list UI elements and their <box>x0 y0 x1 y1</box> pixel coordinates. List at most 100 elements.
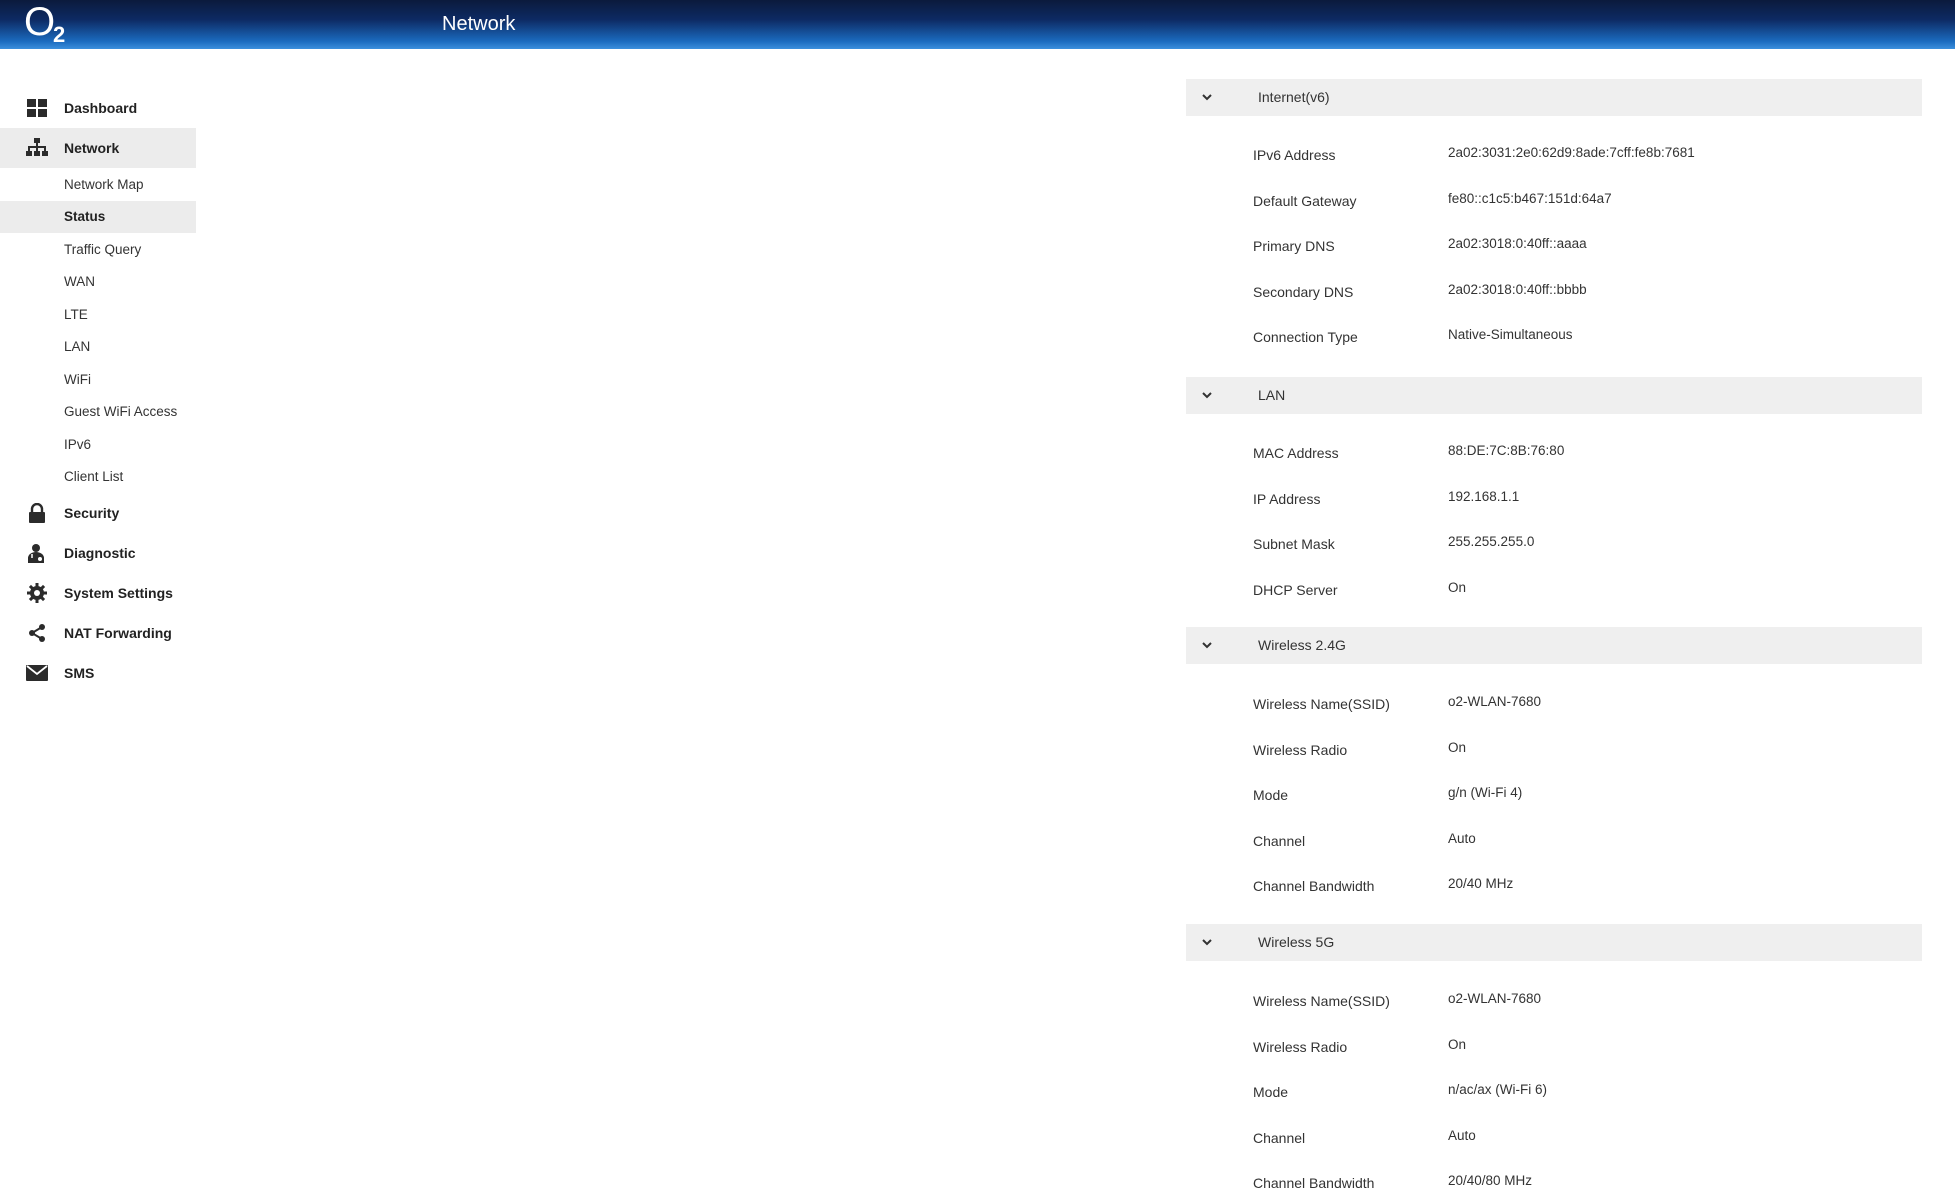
row-label: Mode <box>1253 787 1289 803</box>
row-label: Wireless Name(SSID) <box>1253 993 1390 1009</box>
row-label: Primary DNS <box>1253 238 1335 254</box>
chevron-down-icon <box>1202 392 1212 399</box>
info-row: Channel Auto <box>1253 1128 1913 1150</box>
row-label: Wireless Name(SSID) <box>1253 696 1390 712</box>
section-title: Wireless 5G <box>1258 934 1335 950</box>
sidebar-subitem-traffic-query[interactable]: Traffic Query <box>0 233 196 266</box>
row-value: 192.168.1.1 <box>1448 489 1520 504</box>
row-value: 2a02:3018:0:40ff::aaaa <box>1448 236 1587 251</box>
section-title: Wireless 2.4G <box>1258 637 1346 653</box>
row-value: 20/40 MHz <box>1448 876 1514 891</box>
info-row: Mode n/ac/ax (Wi-Fi 6) <box>1253 1082 1913 1104</box>
logo-letter: O <box>24 0 56 44</box>
row-value: Auto <box>1448 831 1476 846</box>
sidebar-subitem-wan[interactable]: WAN <box>0 266 196 299</box>
row-value: On <box>1448 740 1467 755</box>
section-header-lan[interactable]: LAN <box>1186 377 1922 414</box>
section-title: LAN <box>1258 387 1286 403</box>
row-value: On <box>1448 1037 1467 1052</box>
chevron-down-icon <box>1202 94 1212 101</box>
row-label: Wireless Radio <box>1253 742 1348 758</box>
row-label: Channel Bandwidth <box>1253 1175 1375 1191</box>
row-label: Channel Bandwidth <box>1253 878 1375 894</box>
sidebar-item-security[interactable]: Security <box>0 493 196 533</box>
row-label: Subnet Mask <box>1253 536 1335 552</box>
sidebar-subitem-wifi[interactable]: WiFi <box>0 363 196 396</box>
dashboard-icon <box>26 98 48 118</box>
row-value: 2a02:3031:2e0:62d9:8ade:7cff:fe8b:7681 <box>1448 145 1695 160</box>
info-row: Secondary DNS 2a02:3018:0:40ff::bbbb <box>1253 282 1913 304</box>
gear-icon <box>26 583 48 603</box>
sidebar-item-label: Dashboard <box>64 100 138 116</box>
info-row: Subnet Mask 255.255.255.0 <box>1253 534 1913 556</box>
sidebar-subitem-lan[interactable]: LAN <box>0 331 196 364</box>
info-row: IP Address 192.168.1.1 <box>1253 489 1913 511</box>
sidebar-subitem-client-list[interactable]: Client List <box>0 461 196 494</box>
info-row: Channel Bandwidth 20/40/80 MHz <box>1253 1173 1913 1195</box>
info-row: Channel Bandwidth 20/40 MHz <box>1253 876 1913 898</box>
row-value: 20/40/80 MHz <box>1448 1173 1533 1188</box>
section-header-wireless-2-4g[interactable]: Wireless 2.4G <box>1186 627 1922 664</box>
sidebar-item-nat-forwarding[interactable]: NAT Forwarding <box>0 613 196 653</box>
sidebar-item-label: System Settings <box>64 585 173 601</box>
sidebar-item-label: Network <box>64 140 120 156</box>
info-row: IPv6 Address 2a02:3031:2e0:62d9:8ade:7cff… <box>1253 145 1913 167</box>
info-row: Connection Type Native-Simultaneous <box>1253 327 1913 349</box>
row-label: Wireless Radio <box>1253 1039 1348 1055</box>
row-value: n/ac/ax (Wi-Fi 6) <box>1448 1082 1548 1097</box>
chevron-down-icon <box>1202 642 1212 649</box>
sidebar-subitem-ipv6[interactable]: IPv6 <box>0 428 196 461</box>
lock-icon <box>26 503 48 523</box>
info-row: Default Gateway fe80::c1c5:b467:151d:64a7 <box>1253 191 1913 213</box>
info-row: Mode g/n (Wi-Fi 4) <box>1253 785 1913 807</box>
row-value: Auto <box>1448 1128 1476 1143</box>
sidebar: Dashboard Network Network Map Status Tra… <box>0 88 196 693</box>
row-label: Channel <box>1253 833 1306 849</box>
sidebar-item-label: SMS <box>64 665 95 681</box>
info-row: MAC Address 88:DE:7C:8B:76:80 <box>1253 443 1913 465</box>
info-row: Wireless Name(SSID) o2-WLAN-7680 <box>1253 694 1913 716</box>
row-value: 255.255.255.0 <box>1448 534 1535 549</box>
page-title: Network <box>442 13 516 35</box>
row-value: Native-Simultaneous <box>1448 327 1573 342</box>
logo-subscript: 2 <box>53 22 66 47</box>
row-value: o2-WLAN-7680 <box>1448 991 1542 1006</box>
sidebar-subitem-status[interactable]: Status <box>0 200 196 233</box>
envelope-icon <box>26 663 48 683</box>
chevron-down-icon <box>1202 939 1212 946</box>
row-label: Mode <box>1253 1084 1289 1100</box>
section-header-wireless-5g[interactable]: Wireless 5G <box>1186 924 1922 961</box>
section-header-internet-v6[interactable]: Internet(v6) <box>1186 79 1922 116</box>
network-icon <box>26 138 48 158</box>
row-value: g/n (Wi-Fi 4) <box>1448 785 1523 800</box>
row-value: 88:DE:7C:8B:76:80 <box>1448 443 1565 458</box>
info-row: Channel Auto <box>1253 831 1913 853</box>
row-label: Default Gateway <box>1253 193 1357 209</box>
row-value: 2a02:3018:0:40ff::bbbb <box>1448 282 1587 297</box>
sidebar-item-network[interactable]: Network <box>0 128 196 168</box>
row-label: IPv6 Address <box>1253 147 1336 163</box>
row-label: IP Address <box>1253 491 1321 507</box>
row-value: o2-WLAN-7680 <box>1448 694 1542 709</box>
diagnostic-icon <box>26 543 48 563</box>
row-label: Connection Type <box>1253 329 1358 345</box>
info-row: Wireless Name(SSID) o2-WLAN-7680 <box>1253 991 1913 1013</box>
sidebar-item-dashboard[interactable]: Dashboard <box>0 88 196 128</box>
sidebar-item-system-settings[interactable]: System Settings <box>0 573 196 613</box>
sidebar-item-diagnostic[interactable]: Diagnostic <box>0 533 196 573</box>
row-value: On <box>1448 580 1467 595</box>
info-row: Wireless Radio On <box>1253 1037 1913 1059</box>
row-value: fe80::c1c5:b467:151d:64a7 <box>1448 191 1612 206</box>
sidebar-item-sms[interactable]: SMS <box>0 653 196 693</box>
section-title: Internet(v6) <box>1258 89 1330 105</box>
top-bar: O 2 Network <box>0 0 1955 49</box>
sidebar-subitem-network-map[interactable]: Network Map <box>0 168 196 201</box>
sidebar-item-label: NAT Forwarding <box>64 625 172 641</box>
info-row: Wireless Radio On <box>1253 740 1913 762</box>
o2-logo[interactable]: O 2 <box>24 0 65 47</box>
sidebar-subitem-guest-wifi[interactable]: Guest WiFi Access <box>0 396 196 429</box>
sidebar-subitem-lte[interactable]: LTE <box>0 298 196 331</box>
sidebar-item-label: Security <box>64 505 120 521</box>
row-label: Channel <box>1253 1130 1306 1146</box>
row-label: Secondary DNS <box>1253 284 1354 300</box>
